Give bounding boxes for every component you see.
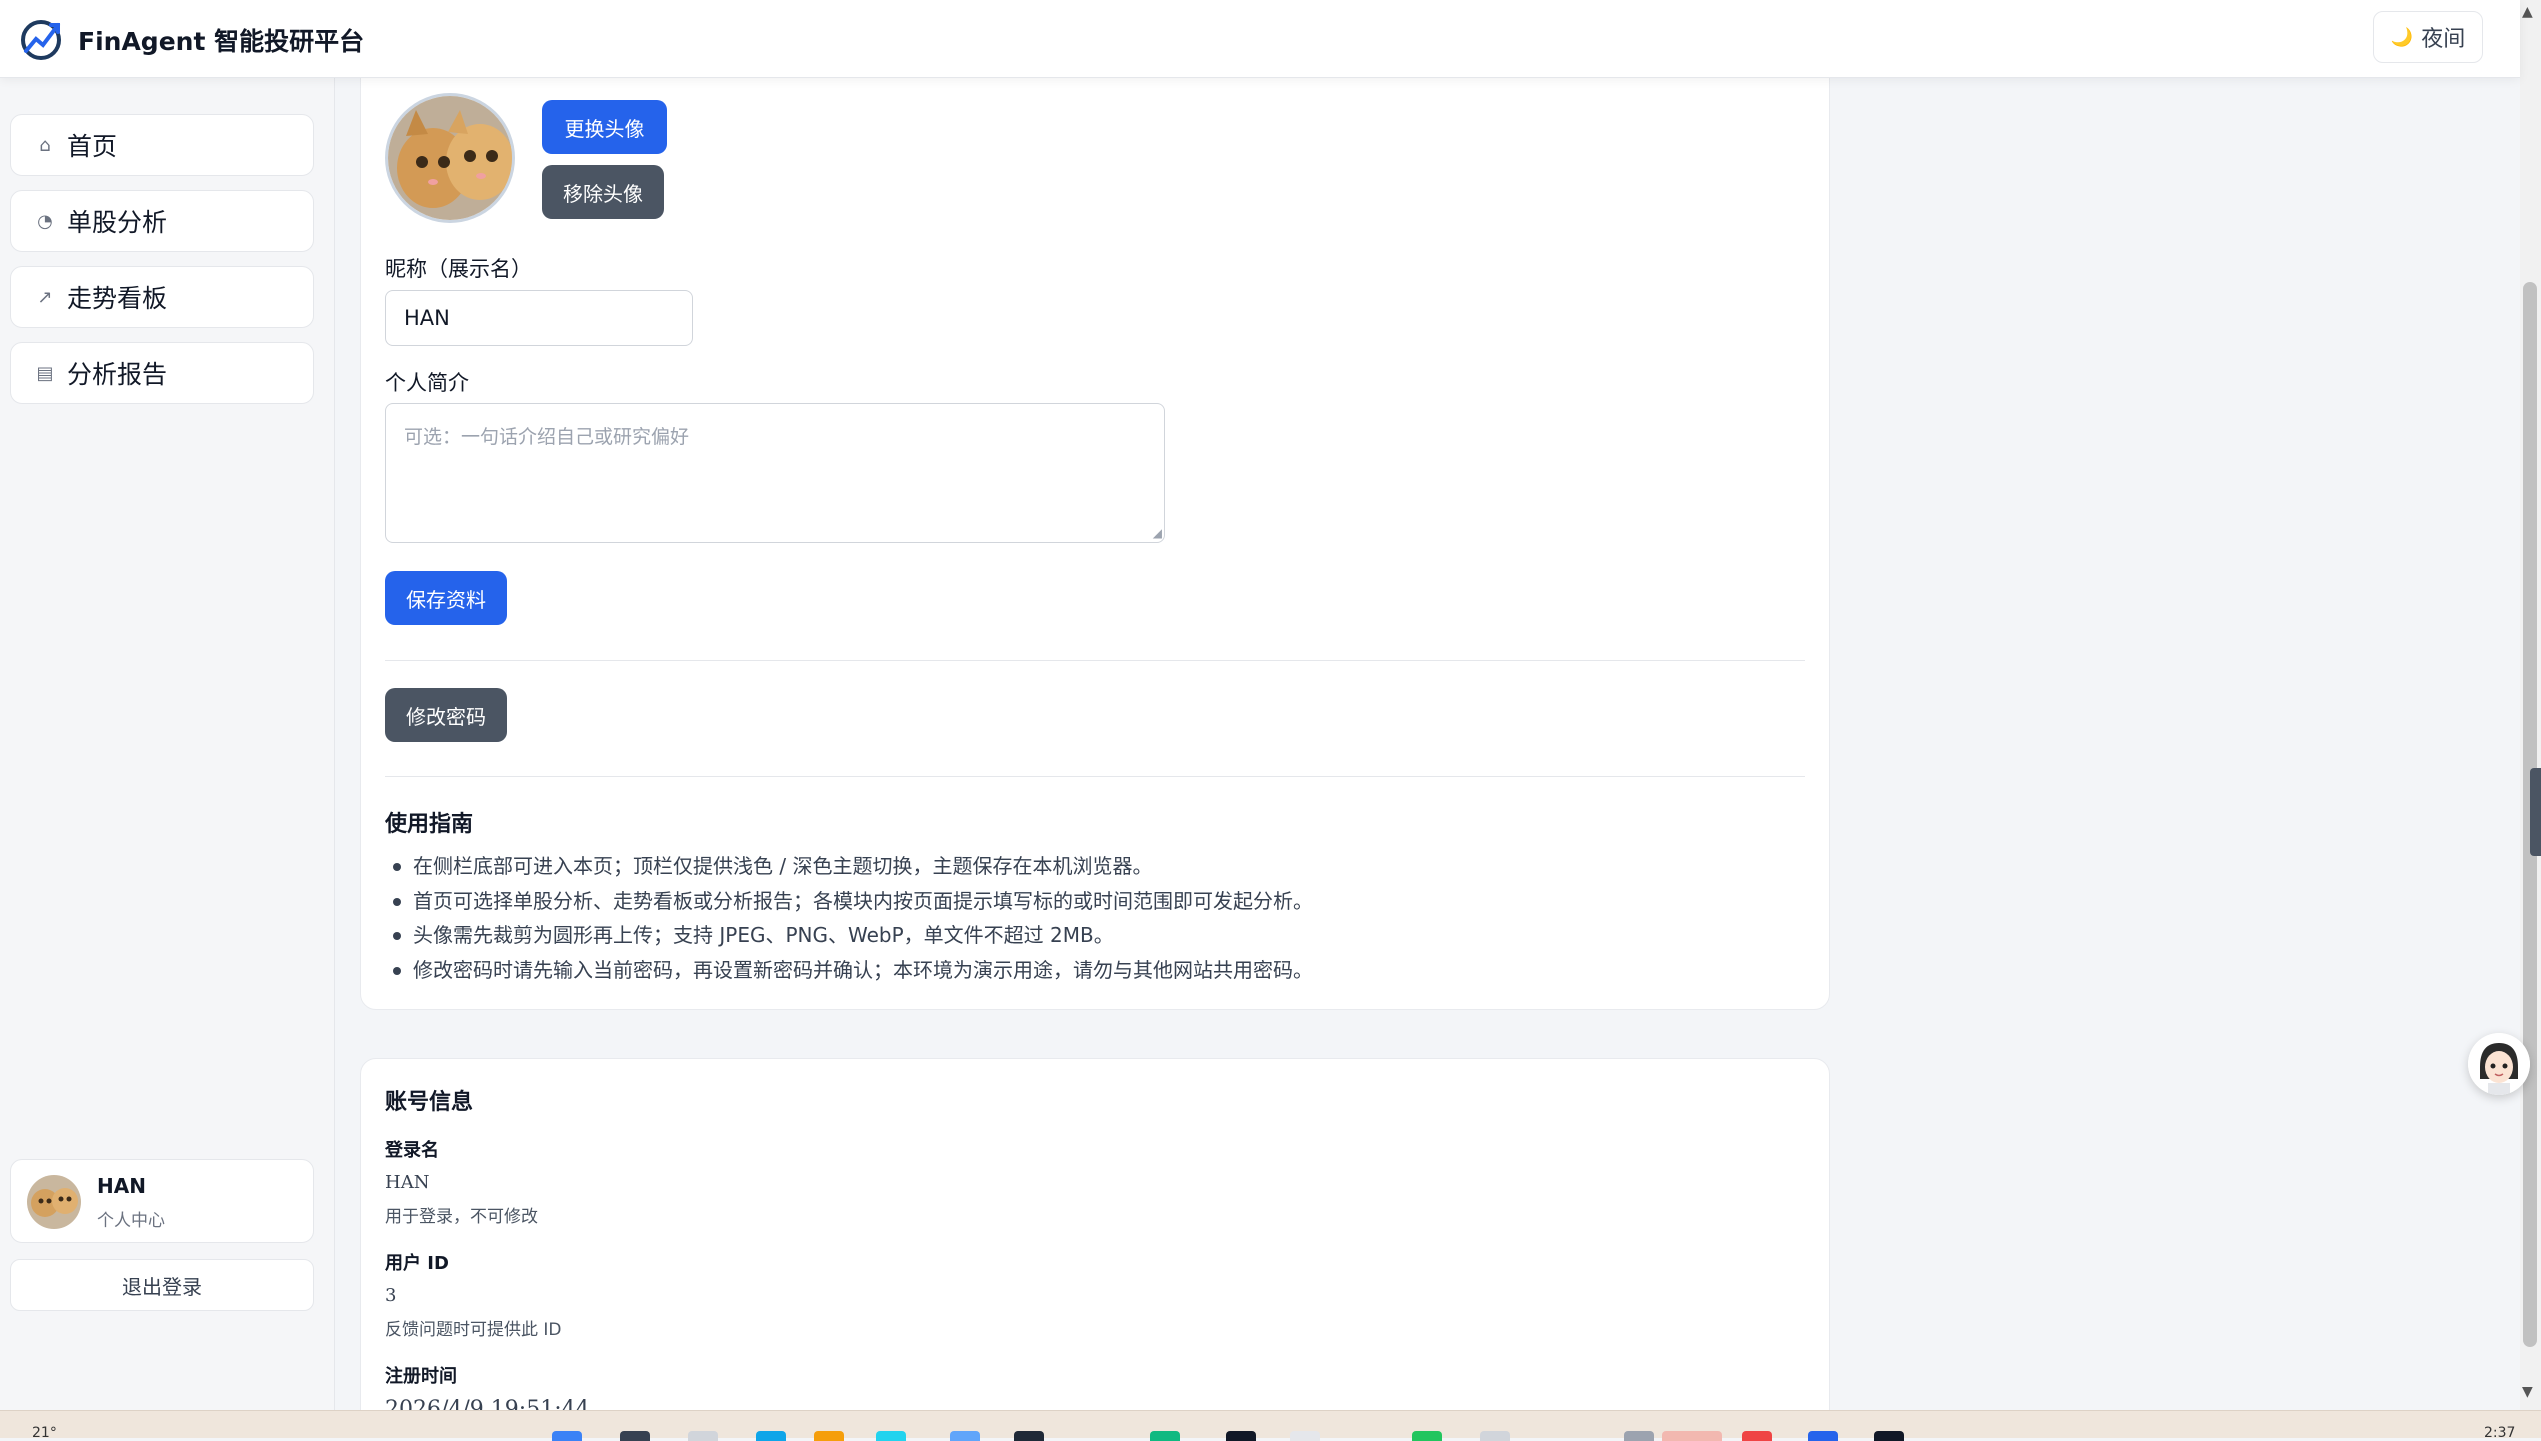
user-id-value: 3	[385, 1285, 397, 1306]
nickname-label: 昵称（展示名）	[385, 257, 532, 281]
sidebar-item-stock-analysis[interactable]: ◔ 单股分析	[10, 190, 314, 252]
user-id-label: 用户 ID	[385, 1253, 449, 1274]
theme-toggle-button[interactable]: 🌙 夜间	[2373, 11, 2483, 63]
terminal-icon[interactable]	[1014, 1431, 1044, 1441]
weather-temperature: 21°	[32, 1425, 57, 1441]
finagent-logo-icon	[21, 20, 61, 60]
list-item: 头像需先裁剪为圆形再上传；支持 JPEG、PNG、WebP，单文件不超过 2MB…	[385, 918, 1805, 953]
nickname-input[interactable]: HAN	[385, 290, 693, 346]
list-item: 首页可选择单股分析、走势看板或分析报告；各模块内按页面提示填写标的或时间范围即可…	[385, 884, 1805, 919]
folder-icon[interactable]	[814, 1431, 844, 1441]
avatar	[27, 1175, 81, 1229]
side-panel-handle[interactable]	[2530, 768, 2541, 856]
app-icon[interactable]	[1226, 1431, 1256, 1441]
theme-toggle-label: 夜间	[2421, 27, 2466, 52]
divider	[385, 660, 1805, 661]
scroll-down-icon[interactable]: ▼	[2522, 1384, 2533, 1400]
os-taskbar: 21° 2:37	[0, 1410, 2541, 1441]
divider	[385, 776, 1805, 777]
guide-list: 在侧栏底部可进入本页；顶栏仅提供浅色 / 深色主题切换，主题保存在本机浏览器。 …	[385, 849, 1805, 987]
bio-placeholder: 可选：一句话介绍自己或研究偏好	[404, 426, 690, 448]
user-subtitle: 个人中心	[97, 1211, 165, 1231]
user-name: HAN	[97, 1174, 146, 1198]
app-icon[interactable]	[1742, 1431, 1772, 1441]
change-avatar-button[interactable]: 更换头像	[542, 100, 667, 154]
moon-icon: 🌙	[2390, 26, 2414, 48]
sidebar-item-label: 走势看板	[67, 284, 168, 313]
change-password-button[interactable]: 修改密码	[385, 688, 507, 742]
report-icon: ▤	[36, 362, 54, 384]
account-title: 账号信息	[385, 1090, 474, 1115]
profile-card: 更换头像 移除头像 昵称（展示名） HAN 个人简介 可选：一句话介绍自己或研究…	[360, 40, 1830, 1010]
app-title: FinAgent 智能投研平台	[78, 27, 365, 56]
app-icon[interactable]	[1808, 1431, 1838, 1441]
user-id-note: 反馈问题时可提供此 ID	[385, 1320, 562, 1340]
sidebar-item-trend-board[interactable]: ↗ 走势看板	[10, 266, 314, 328]
account-info-card: 账号信息 登录名 HAN 用于登录，不可修改 用户 ID 3 反馈问题时可提供此…	[360, 1058, 1830, 1438]
search-icon[interactable]	[620, 1431, 650, 1441]
pie-chart-icon: ◔	[37, 210, 53, 232]
list-item: 在侧栏底部可进入本页；顶栏仅提供浅色 / 深色主题切换，主题保存在本机浏览器。	[385, 849, 1805, 884]
avatar	[385, 93, 515, 223]
trend-icon: ↗	[37, 286, 53, 308]
taskview-icon[interactable]	[688, 1431, 718, 1441]
active-app-icon[interactable]	[1662, 1431, 1722, 1441]
login-name-note: 用于登录，不可修改	[385, 1207, 538, 1227]
clock-time: 2:37	[2484, 1425, 2516, 1441]
app-icon[interactable]	[1480, 1431, 1510, 1441]
bio-textarea[interactable]: 可选：一句话介绍自己或研究偏好 ◢	[385, 403, 1165, 543]
top-header: FinAgent 智能投研平台 🌙 夜间	[0, 0, 2520, 78]
guide-title: 使用指南	[385, 812, 474, 837]
home-icon: ⌂	[39, 134, 51, 156]
user-profile-card[interactable]: HAN 个人中心	[10, 1159, 314, 1243]
resize-handle-icon[interactable]: ◢	[1153, 526, 1162, 540]
bio-label: 个人简介	[385, 371, 469, 395]
sidebar-item-label: 分析报告	[67, 360, 168, 389]
sidebar-item-label: 首页	[67, 132, 118, 161]
app-icon[interactable]	[1150, 1431, 1180, 1441]
app-icon[interactable]	[1290, 1431, 1320, 1441]
login-name-value: HAN	[385, 1172, 430, 1193]
start-icon[interactable]	[552, 1431, 582, 1441]
remove-avatar-button[interactable]: 移除头像	[542, 165, 664, 219]
save-profile-button[interactable]: 保存资料	[385, 571, 507, 625]
wechat-icon[interactable]	[1412, 1431, 1442, 1441]
app-icon[interactable]	[950, 1431, 980, 1441]
scroll-up-icon[interactable]: ▲	[2522, 4, 2533, 20]
login-name-label: 登录名	[385, 1140, 439, 1161]
registered-label: 注册时间	[385, 1366, 457, 1387]
assistant-avatar-button[interactable]	[2468, 1033, 2530, 1095]
app-icon[interactable]	[1874, 1431, 1904, 1441]
sidebar-item-label: 单股分析	[67, 208, 168, 237]
sidebar-item-reports[interactable]: ▤ 分析报告	[10, 342, 314, 404]
sidebar-item-home[interactable]: ⌂ 首页	[10, 114, 314, 176]
chrome-icon[interactable]	[876, 1431, 906, 1441]
app-icon[interactable]	[1624, 1431, 1654, 1441]
logout-button[interactable]: 退出登录	[10, 1259, 314, 1311]
list-item: 修改密码时请先输入当前密码，再设置新密码并确认；本环境为演示用途，请勿与其他网站…	[385, 953, 1805, 988]
edge-browser-icon[interactable]	[756, 1431, 786, 1441]
